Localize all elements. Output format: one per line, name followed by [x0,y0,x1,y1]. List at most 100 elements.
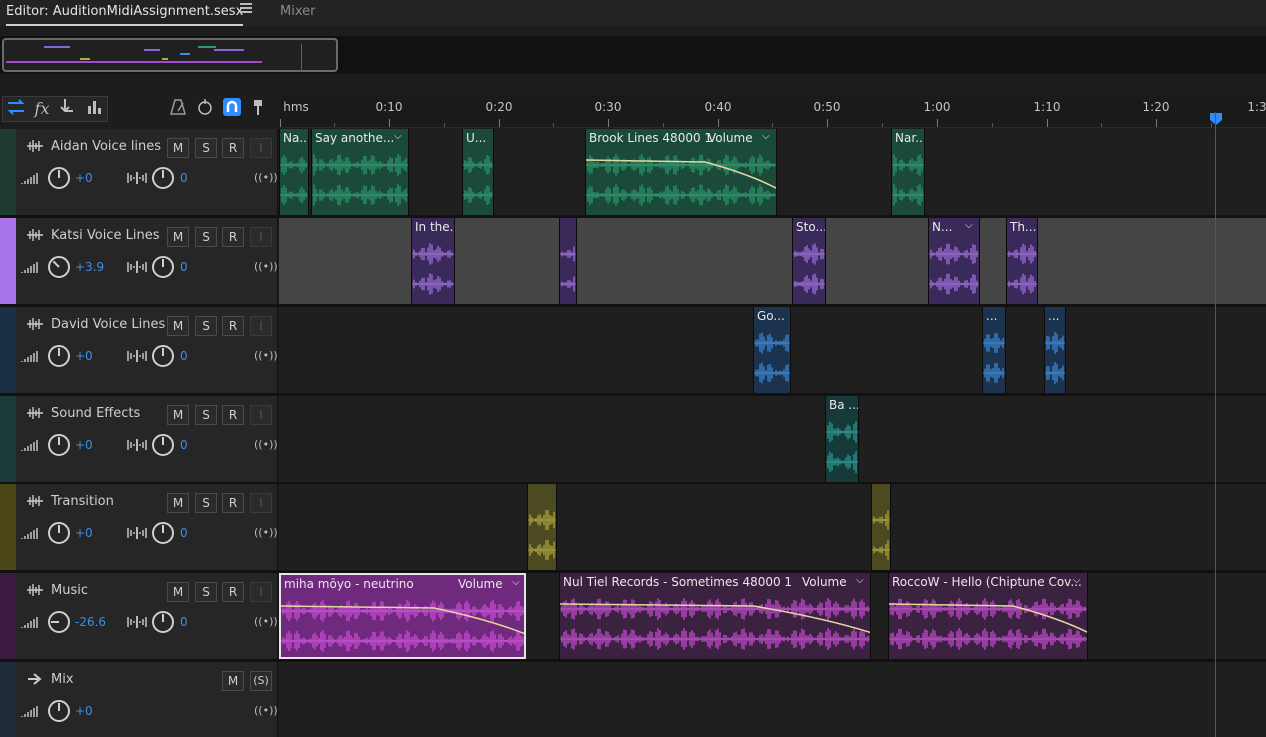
mute-button[interactable]: M [222,671,244,691]
audio-clip[interactable] [871,484,891,570]
output-icon[interactable]: ((•)) [254,171,278,184]
switch-icon[interactable] [3,96,29,122]
audio-clip[interactable]: In the... [411,218,455,304]
solo-button[interactable]: (S) [250,671,272,691]
pan-value[interactable]: 0 [180,349,188,363]
track-header[interactable]: Mix M (S) +0 ((•)) [0,662,278,737]
overview-viewport-handle[interactable] [2,38,338,72]
clip-menu-chevron-icon[interactable]: ⌵ [965,220,973,231]
record-arm-button[interactable]: R [222,316,244,336]
audio-clip[interactable] [527,484,557,570]
track-header[interactable]: Aidan Voice lines M S R I +0 0 ((•)) [0,129,278,215]
audio-clip[interactable] [559,218,577,304]
timeline-ruler[interactable]: hms 0:10 0:20 0:30 0:40 0:50 1:00 1:10 1… [279,96,1266,128]
metronome-icon[interactable] [165,96,191,122]
input-monitor-button[interactable]: I [250,138,272,158]
input-monitor-button[interactable]: I [250,493,272,513]
track-name[interactable]: Transition [51,494,114,509]
mute-button[interactable]: M [167,316,189,336]
volume-value[interactable]: +0 [75,704,93,718]
send-icon[interactable] [55,96,81,122]
input-monitor-button[interactable]: I [250,582,272,602]
fx-icon[interactable]: fx [29,96,55,122]
track-name[interactable]: Mix [51,672,74,687]
volume-value[interactable]: +0 [75,171,93,185]
volume-value[interactable]: +0 [75,349,93,363]
audio-clip[interactable]: Ba ... [825,396,859,482]
track-name[interactable]: Sound Effects [51,406,140,421]
pan-value[interactable]: 0 [180,526,188,540]
solo-button[interactable]: S [195,493,217,513]
record-arm-button[interactable]: R [222,405,244,425]
input-monitor-button[interactable]: I [250,405,272,425]
loop-icon[interactable] [192,96,218,122]
mute-button[interactable]: M [167,493,189,513]
audio-clip[interactable]: N... ⌵ [928,218,980,304]
mute-button[interactable]: M [167,227,189,247]
track-name[interactable]: David Voice Lines [51,317,165,332]
solo-button[interactable]: S [195,316,217,336]
clip-volume-label[interactable]: Volume [708,131,753,145]
volume-knob[interactable] [48,522,70,544]
pan-value[interactable]: 0 [180,171,188,185]
audio-clip[interactable]: Nul Tiel Records - Sometimes 48000 1 Volu… [559,573,871,659]
output-icon[interactable]: ((•)) [254,438,278,451]
volume-knob[interactable] [48,345,70,367]
volume-value[interactable]: +0 [75,438,93,452]
output-icon[interactable]: ((•)) [254,704,278,717]
solo-button[interactable]: S [195,582,217,602]
track-lane[interactable]: Ba ... [279,396,1266,482]
track-name[interactable]: Katsi Voice Lines [51,228,159,243]
audio-clip[interactable]: Go... [753,307,791,393]
output-icon[interactable]: ((•)) [254,526,278,539]
solo-button[interactable]: S [195,138,217,158]
output-icon[interactable]: ((•)) [254,349,278,362]
record-arm-button[interactable]: R [222,582,244,602]
audio-clip[interactable]: U... [462,129,494,215]
output-icon[interactable]: ((•)) [254,615,278,628]
track-lane[interactable]: In the... Sto... N... ⌵ Th... [279,218,1266,304]
input-monitor-button[interactable]: I [250,316,272,336]
clip-menu-chevron-icon[interactable]: ⌵ [856,575,864,586]
pan-knob[interactable] [152,522,174,544]
session-overview[interactable] [0,36,1266,74]
track-header[interactable]: Katsi Voice Lines M S R I +3.9 0 ((•)) [0,218,278,304]
pan-knob[interactable] [152,167,174,189]
tab-mixer[interactable]: Mixer [280,0,315,26]
clip-menu-chevron-icon[interactable]: ⌵ [512,577,520,588]
volume-value[interactable]: +0 [75,526,93,540]
track-header[interactable]: David Voice Lines M S R I +0 0 ((•)) [0,307,278,393]
audio-clip[interactable]: Nar... [891,129,925,215]
mute-button[interactable]: M [167,138,189,158]
marker-icon[interactable] [245,96,271,122]
clip-menu-chevron-icon[interactable]: ⌵ [762,131,770,142]
track-lane[interactable]: Na... Say anothe... ⌵ U... Brook Lines 48000… [279,129,1266,215]
pan-knob[interactable] [152,611,174,633]
record-arm-button[interactable]: R [222,493,244,513]
solo-button[interactable]: S [195,405,217,425]
clip-volume-label[interactable]: Volume [458,577,503,591]
pan-knob[interactable] [152,345,174,367]
audio-clip[interactable]: Sto... [792,218,826,304]
track-lane[interactable] [279,484,1266,570]
audio-clip[interactable]: Th... [1006,218,1038,304]
playhead-handle[interactable] [1209,112,1223,126]
track-lane[interactable]: Go......... [279,307,1266,393]
track-name[interactable]: Aidan Voice lines [51,139,161,154]
volume-value[interactable]: -26.6 [75,615,106,629]
track-lane[interactable]: miha mōyo - neutrino Volume ⌵ Nul Tiel Reco… [279,573,1266,659]
track-header[interactable]: Sound Effects M S R I +0 0 ((•)) [0,396,278,482]
audio-clip[interactable]: RoccoW - Hello (Chiptune Cov... ⌵ [888,573,1088,659]
snap-icon[interactable] [219,96,245,122]
volume-knob[interactable] [48,434,70,456]
audio-clip[interactable]: ... [1044,307,1066,393]
eq-icon[interactable] [81,96,107,122]
volume-knob[interactable] [48,611,70,633]
clip-menu-chevron-icon[interactable]: ⌵ [1073,575,1081,586]
pan-knob[interactable] [152,434,174,456]
track-lane[interactable] [279,662,1266,737]
record-arm-button[interactable]: R [222,227,244,247]
solo-button[interactable]: S [195,227,217,247]
pan-value[interactable]: 0 [180,260,188,274]
track-name[interactable]: Music [51,583,88,598]
